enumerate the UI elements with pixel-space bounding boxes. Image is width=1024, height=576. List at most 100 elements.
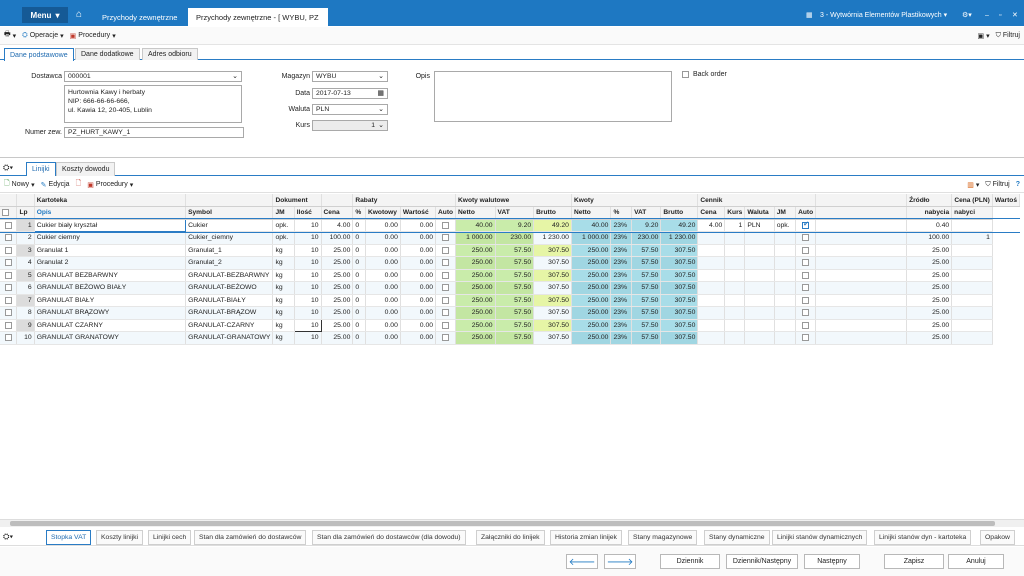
cell-kurs[interactable] (724, 281, 746, 295)
cell-kbrutto[interactable]: 307.50 (660, 306, 699, 320)
bottom-tab-11[interactable]: Opakow (980, 530, 1015, 545)
col-lp[interactable]: Lp (16, 206, 35, 220)
dziennik-button[interactable]: Dziennik (660, 554, 720, 569)
cell-cena[interactable]: 25.00 (321, 306, 354, 320)
cell-wartosc[interactable]: 0.00 (400, 306, 437, 320)
cell-kproc[interactable]: 23% (610, 256, 633, 270)
cell-kwotowy[interactable]: 0.00 (365, 244, 401, 257)
cell-cjm[interactable] (774, 319, 797, 332)
cell-kurs[interactable]: 1 (724, 219, 746, 232)
cell-netto[interactable]: 1 000.00 (455, 231, 496, 245)
cell-lp[interactable]: 6 (16, 281, 35, 295)
next-arrow-button[interactable]: 🡒 (604, 554, 636, 569)
cell-zrodlo[interactable] (815, 256, 908, 270)
cell-wn[interactable] (951, 331, 993, 345)
cell-ilosc[interactable]: 10 (294, 281, 322, 295)
cell-kvat[interactable]: 57.50 (631, 294, 662, 307)
tab-linijki[interactable]: Linijki (26, 162, 56, 176)
cell-cena[interactable]: 100.00 (321, 231, 354, 245)
checkbox[interactable] (4, 321, 12, 329)
cell-cjm[interactable] (774, 244, 797, 257)
tab-przychody-document[interactable]: Przychody zewnętrzne - [ WYBU, PZ (188, 8, 328, 26)
cell-wn[interactable] (951, 269, 993, 282)
cell-kwotowy[interactable]: 0.00 (365, 256, 401, 270)
cell-opis[interactable]: Cukier ciemny (34, 231, 187, 245)
cell-waluta[interactable] (744, 294, 775, 307)
backorder-checkbox[interactable]: Back order (682, 71, 727, 78)
cell-kwotowy[interactable]: 0.00 (365, 294, 401, 307)
cell-waluta[interactable] (744, 319, 775, 332)
cell-netto[interactable]: 250.00 (455, 294, 496, 307)
cell-kurs[interactable] (724, 319, 746, 332)
cell-proc[interactable]: 0 (352, 231, 367, 245)
col-netto[interactable]: Netto (455, 206, 496, 220)
dziennik-nastepny-button[interactable]: Dziennik/Następny (726, 554, 798, 569)
cell-lp[interactable]: 9 (16, 319, 35, 332)
cell-wn[interactable] (951, 294, 993, 307)
bottom-tab-1[interactable]: Koszty linijki (96, 530, 144, 545)
cell-jm[interactable]: kg (272, 256, 295, 270)
cell-kurs[interactable] (724, 256, 746, 270)
cell-jm[interactable]: kg (272, 294, 295, 307)
cell-jm[interactable]: kg (272, 319, 295, 332)
tab-przychody[interactable]: Przychody zewnętrzne (94, 8, 185, 26)
cell-ilosc[interactable]: 10 (294, 331, 322, 345)
bottom-tab-2[interactable]: Linijki cech (148, 530, 192, 545)
col-c-kurs[interactable]: Kurs (724, 206, 746, 220)
cell-brutto[interactable]: 307.50 (533, 256, 572, 270)
checkbox[interactable] (802, 271, 810, 279)
cell-netto[interactable]: 250.00 (455, 306, 496, 320)
checkbox[interactable] (4, 271, 12, 279)
cell-knetto[interactable]: 250.00 (571, 331, 612, 345)
cell-kvat[interactable]: 57.50 (631, 281, 662, 295)
tab-dane-podstawowe[interactable]: Dane podstawowe (4, 48, 74, 61)
cell-waluta[interactable] (744, 256, 775, 270)
cell-kwotowy[interactable]: 0.00 (365, 231, 401, 245)
checkbox[interactable] (802, 284, 810, 292)
cell-opis[interactable]: GRANULAT GRANATOWY (34, 331, 187, 345)
menu-button[interactable]: Menu ▾ (22, 7, 68, 23)
cennik-auto-checkbox[interactable] (795, 256, 817, 270)
cell-opis[interactable]: GRANULAT BRĄZOWY (34, 306, 187, 320)
cell-zrodlo[interactable] (815, 294, 908, 307)
cell-kproc[interactable]: 23% (610, 319, 633, 332)
col-w-nabycia[interactable]: nabyci (951, 206, 993, 220)
cell-waluta[interactable]: PLN (744, 219, 775, 232)
cell-cjm[interactable] (774, 306, 797, 320)
cell-proc[interactable]: 0 (352, 306, 367, 320)
horizontal-scrollbar[interactable] (0, 519, 1024, 527)
cell-symbol[interactable]: GRANULAT-BEZBARWNY (185, 269, 274, 282)
auto-checkbox[interactable] (435, 281, 457, 295)
checkbox[interactable] (4, 259, 12, 267)
cell-cena[interactable]: 4.00 (321, 219, 354, 232)
cell-cjm[interactable] (774, 281, 797, 295)
cell-symbol[interactable]: Cukier (185, 219, 274, 232)
select-all-checkbox[interactable] (0, 206, 18, 220)
cell-kbrutto[interactable]: 1 230.00 (660, 231, 699, 245)
cell-netto[interactable]: 250.00 (455, 331, 496, 345)
cell-proc[interactable]: 0 (352, 256, 367, 270)
bottom-tab-10[interactable]: Linijki stanów dyn - kartoteka (874, 530, 972, 545)
cell-waluta[interactable] (744, 331, 775, 345)
row-select-checkbox[interactable] (0, 219, 18, 232)
magazyn-select[interactable]: WYBU ⌄ (312, 71, 388, 82)
cell-zrodlo[interactable] (815, 269, 908, 282)
cell-zrodlo[interactable] (815, 281, 908, 295)
grid-view-icon[interactable]: ⛭▾ (3, 163, 13, 173)
checkbox[interactable] (2, 209, 9, 217)
cell-proc[interactable]: 0 (352, 269, 367, 282)
cell-knetto[interactable]: 1 000.00 (571, 231, 612, 245)
cell-ccena[interactable] (697, 294, 726, 307)
cell-kurs[interactable] (724, 331, 746, 345)
chart-button[interactable]: ▥ ▾ (967, 181, 979, 189)
cell-symbol[interactable]: GRANULAT-BRĄZOW (185, 306, 274, 320)
cell-nabycia[interactable]: 25.00 (906, 294, 953, 307)
col-k-proc[interactable]: % (610, 206, 633, 220)
dostawca-select[interactable]: 000001 ⌄ (64, 71, 242, 82)
cell-jm[interactable]: kg (272, 281, 295, 295)
cell-netto[interactable]: 250.00 (455, 319, 496, 332)
cennik-auto-checkbox[interactable] (795, 269, 817, 282)
cell-cjm[interactable] (774, 256, 797, 270)
cell-jm[interactable]: opk. (272, 219, 295, 232)
checkbox[interactable] (4, 246, 12, 254)
